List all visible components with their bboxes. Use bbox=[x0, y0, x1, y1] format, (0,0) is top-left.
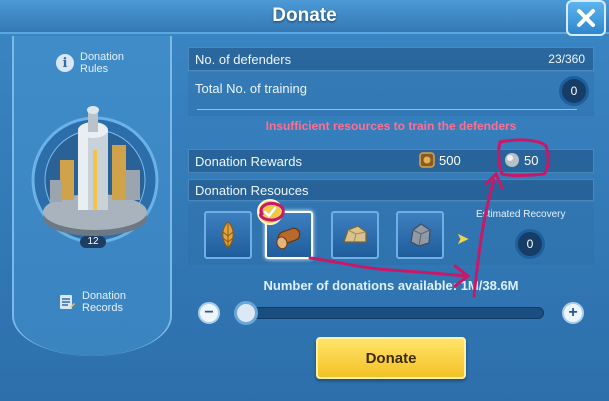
resource-tile-wheat[interactable] bbox=[204, 211, 252, 259]
donation-slider-thumb[interactable] bbox=[234, 301, 258, 325]
arrow-right-icon: ➤ bbox=[456, 231, 470, 248]
reward-item-2-value: 50 bbox=[524, 152, 539, 168]
defenders-value: 23/360 bbox=[548, 52, 585, 66]
rules-label-line2: Rules bbox=[80, 63, 109, 75]
selected-check-badge bbox=[257, 199, 283, 225]
contribution-token-icon bbox=[419, 152, 435, 168]
defenders-row: No. of defenders 23/360 bbox=[188, 47, 594, 71]
insufficient-resources-warning: Insufficient resources to train the defe… bbox=[265, 119, 517, 133]
building-image bbox=[31, 106, 159, 244]
training-count-ring: 0 bbox=[559, 76, 589, 106]
decrease-button[interactable]: − bbox=[198, 302, 220, 324]
building-level-badge: 12 bbox=[80, 236, 106, 248]
resources-area: ➤ Estimated Recovery 0 bbox=[188, 199, 594, 265]
resource-tile-stone[interactable] bbox=[331, 211, 379, 259]
wheat-icon bbox=[222, 221, 234, 249]
donation-rules-button[interactable]: i Donation Rules bbox=[56, 48, 146, 78]
resource-tile-wood[interactable] bbox=[257, 199, 313, 259]
defenders-label: No. of defenders bbox=[195, 52, 292, 67]
training-row: Total No. of training 0 bbox=[188, 72, 594, 116]
resources-label: Donation Resouces bbox=[195, 183, 309, 198]
records-label-line1: Donation bbox=[82, 290, 127, 302]
wood-log-icon bbox=[276, 227, 301, 250]
donations-available-text: Number of donations available: 1M/38.6M bbox=[263, 278, 519, 293]
reward-item-1: 500 bbox=[419, 152, 461, 168]
records-label-line2: Records bbox=[82, 302, 123, 314]
estimated-recovery-ring: 0 bbox=[515, 229, 545, 259]
close-button[interactable] bbox=[566, 0, 606, 36]
silver-ore-icon bbox=[505, 153, 519, 167]
records-icon bbox=[60, 295, 75, 309]
stone-icon bbox=[343, 225, 367, 243]
donate-button[interactable]: Donate bbox=[316, 337, 466, 379]
training-count: 0 bbox=[570, 84, 578, 98]
info-icon: i bbox=[56, 54, 74, 72]
rewards-row: Donation Rewards 500 50 bbox=[188, 149, 594, 173]
iron-ore-icon bbox=[410, 223, 431, 247]
donation-slider-track[interactable] bbox=[238, 307, 544, 319]
plus-icon: + bbox=[568, 304, 578, 321]
estimated-recovery-label: Estimated Recovery bbox=[476, 209, 566, 220]
training-divider bbox=[197, 109, 577, 110]
rules-label-line1: Donation bbox=[80, 51, 125, 63]
close-icon bbox=[577, 9, 595, 27]
page-title: Donate bbox=[272, 5, 337, 26]
estimated-recovery-value: 0 bbox=[526, 237, 534, 251]
donation-records-button[interactable]: Donation Records bbox=[58, 287, 148, 317]
training-label: Total No. of training bbox=[195, 81, 308, 96]
reward-item-1-value: 500 bbox=[439, 152, 461, 168]
increase-button[interactable]: + bbox=[562, 302, 584, 324]
rewards-label: Donation Rewards bbox=[195, 154, 302, 169]
resource-tile-iron[interactable] bbox=[396, 211, 444, 259]
resources-header: Donation Resouces bbox=[188, 179, 594, 201]
reward-item-2: 50 bbox=[504, 152, 538, 168]
minus-icon: − bbox=[204, 304, 214, 321]
check-icon bbox=[263, 206, 277, 218]
